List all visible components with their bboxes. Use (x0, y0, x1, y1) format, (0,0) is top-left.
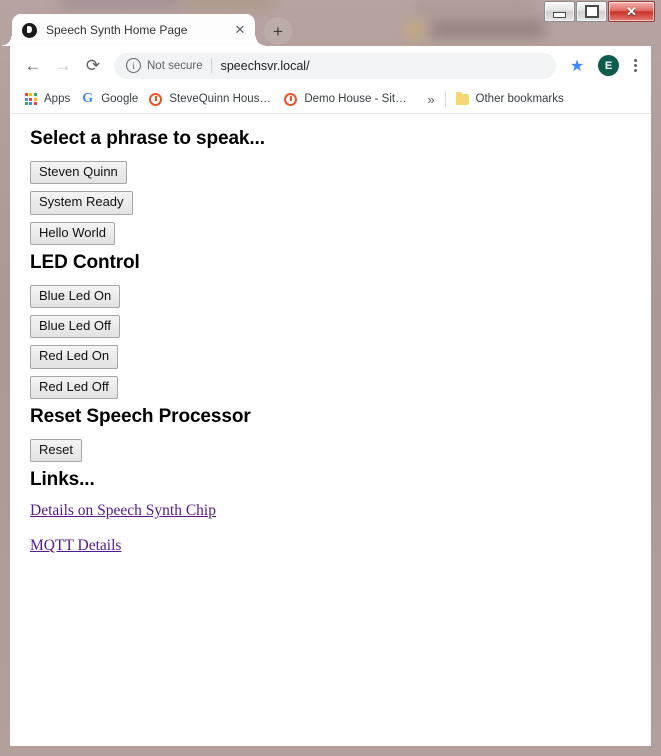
security-status-label: Not secure (147, 59, 203, 72)
reload-button[interactable]: ⟳ (78, 51, 108, 81)
speak-hello-world-button[interactable]: Hello World (30, 221, 115, 245)
bookmark-apps[interactable]: Apps (20, 88, 77, 110)
address-bar-divider (210, 58, 212, 73)
led-control-heading: LED Control (30, 251, 140, 273)
reset-button[interactable]: Reset (30, 438, 82, 462)
bookmark-label: Demo House - Site ... (304, 93, 409, 105)
bookmark-label: SteveQuinn Househ... (169, 93, 274, 105)
browser-window: ✕ Speech Synth Home Page ✕ + ← → ⟳ i Not… (0, 0, 661, 756)
new-tab-button[interactable]: + (264, 17, 292, 45)
minimize-button[interactable] (544, 1, 575, 22)
bookmarks-bar: Apps G Google SteveQuinn Househ... Demo … (10, 85, 651, 114)
window-controls: ✕ (543, 1, 655, 22)
folder-icon (455, 91, 470, 107)
bookmark-demo-house[interactable]: Demo House - Site ... (280, 88, 415, 110)
maximize-button[interactable] (576, 1, 607, 22)
link-speech-synth-chip-details[interactable]: Details on Speech Synth Chip (30, 502, 216, 520)
url-text: speechsvr.local/ (220, 58, 310, 73)
apps-grid-icon (23, 92, 38, 107)
bookmarks-overflow-icon[interactable]: » (419, 92, 442, 107)
other-bookmarks-folder[interactable]: Other bookmarks (452, 88, 571, 110)
bookmark-label: Apps (44, 93, 71, 105)
bookmark-star-icon[interactable]: ★ (564, 56, 590, 76)
link-mqtt-details[interactable]: MQTT Details (30, 537, 121, 555)
browser-content: ← → ⟳ i Not secure speechsvr.local/ ★ E (10, 46, 651, 746)
browser-toolbar: ← → ⟳ i Not secure speechsvr.local/ ★ E (10, 46, 651, 85)
tab-speech-synth-home-page[interactable]: Speech Synth Home Page ✕ (2, 14, 255, 46)
openhab-icon (283, 92, 298, 107)
openhab-icon (148, 92, 163, 107)
speak-steven-quinn-button[interactable]: Steven Quinn (30, 161, 127, 185)
reset-heading: Reset Speech Processor (30, 405, 251, 427)
speech-bubble-icon (22, 22, 37, 38)
close-icon: ✕ (626, 4, 637, 19)
page-content: Select a phrase to speak... Steven Quinn… (10, 114, 651, 746)
phrases-heading: Select a phrase to speak... (30, 128, 265, 149)
bookmark-label: Google (101, 93, 139, 105)
chrome-menu-icon[interactable] (627, 59, 643, 72)
bookmarks-divider (444, 91, 446, 107)
google-g-icon: G (82, 91, 94, 106)
blue-led-off-button[interactable]: Blue Led Off (30, 315, 121, 339)
tab-close-icon[interactable]: ✕ (231, 21, 249, 39)
avatar[interactable]: E (598, 55, 619, 76)
maximize-icon (584, 5, 599, 18)
info-icon[interactable]: i (126, 58, 141, 73)
back-button[interactable]: ← (18, 51, 48, 81)
speak-system-ready-button[interactable]: System Ready (30, 191, 133, 215)
forward-button[interactable]: → (48, 51, 78, 81)
blue-led-on-button[interactable]: Blue Led On (30, 284, 121, 308)
red-led-on-button[interactable]: Red Led On (30, 345, 119, 369)
bookmark-google[interactable]: G Google (77, 88, 145, 110)
bookmark-stevequinn-household[interactable]: SteveQuinn Househ... (145, 88, 280, 110)
other-bookmarks-label: Other bookmarks (475, 93, 564, 105)
address-bar[interactable]: i Not secure speechsvr.local/ (114, 52, 556, 79)
red-led-off-button[interactable]: Red Led Off (30, 375, 118, 399)
minimize-icon (553, 11, 566, 18)
tab-title: Speech Synth Home Page (46, 23, 188, 37)
close-button[interactable]: ✕ (608, 1, 655, 22)
links-heading: Links... (30, 469, 95, 490)
